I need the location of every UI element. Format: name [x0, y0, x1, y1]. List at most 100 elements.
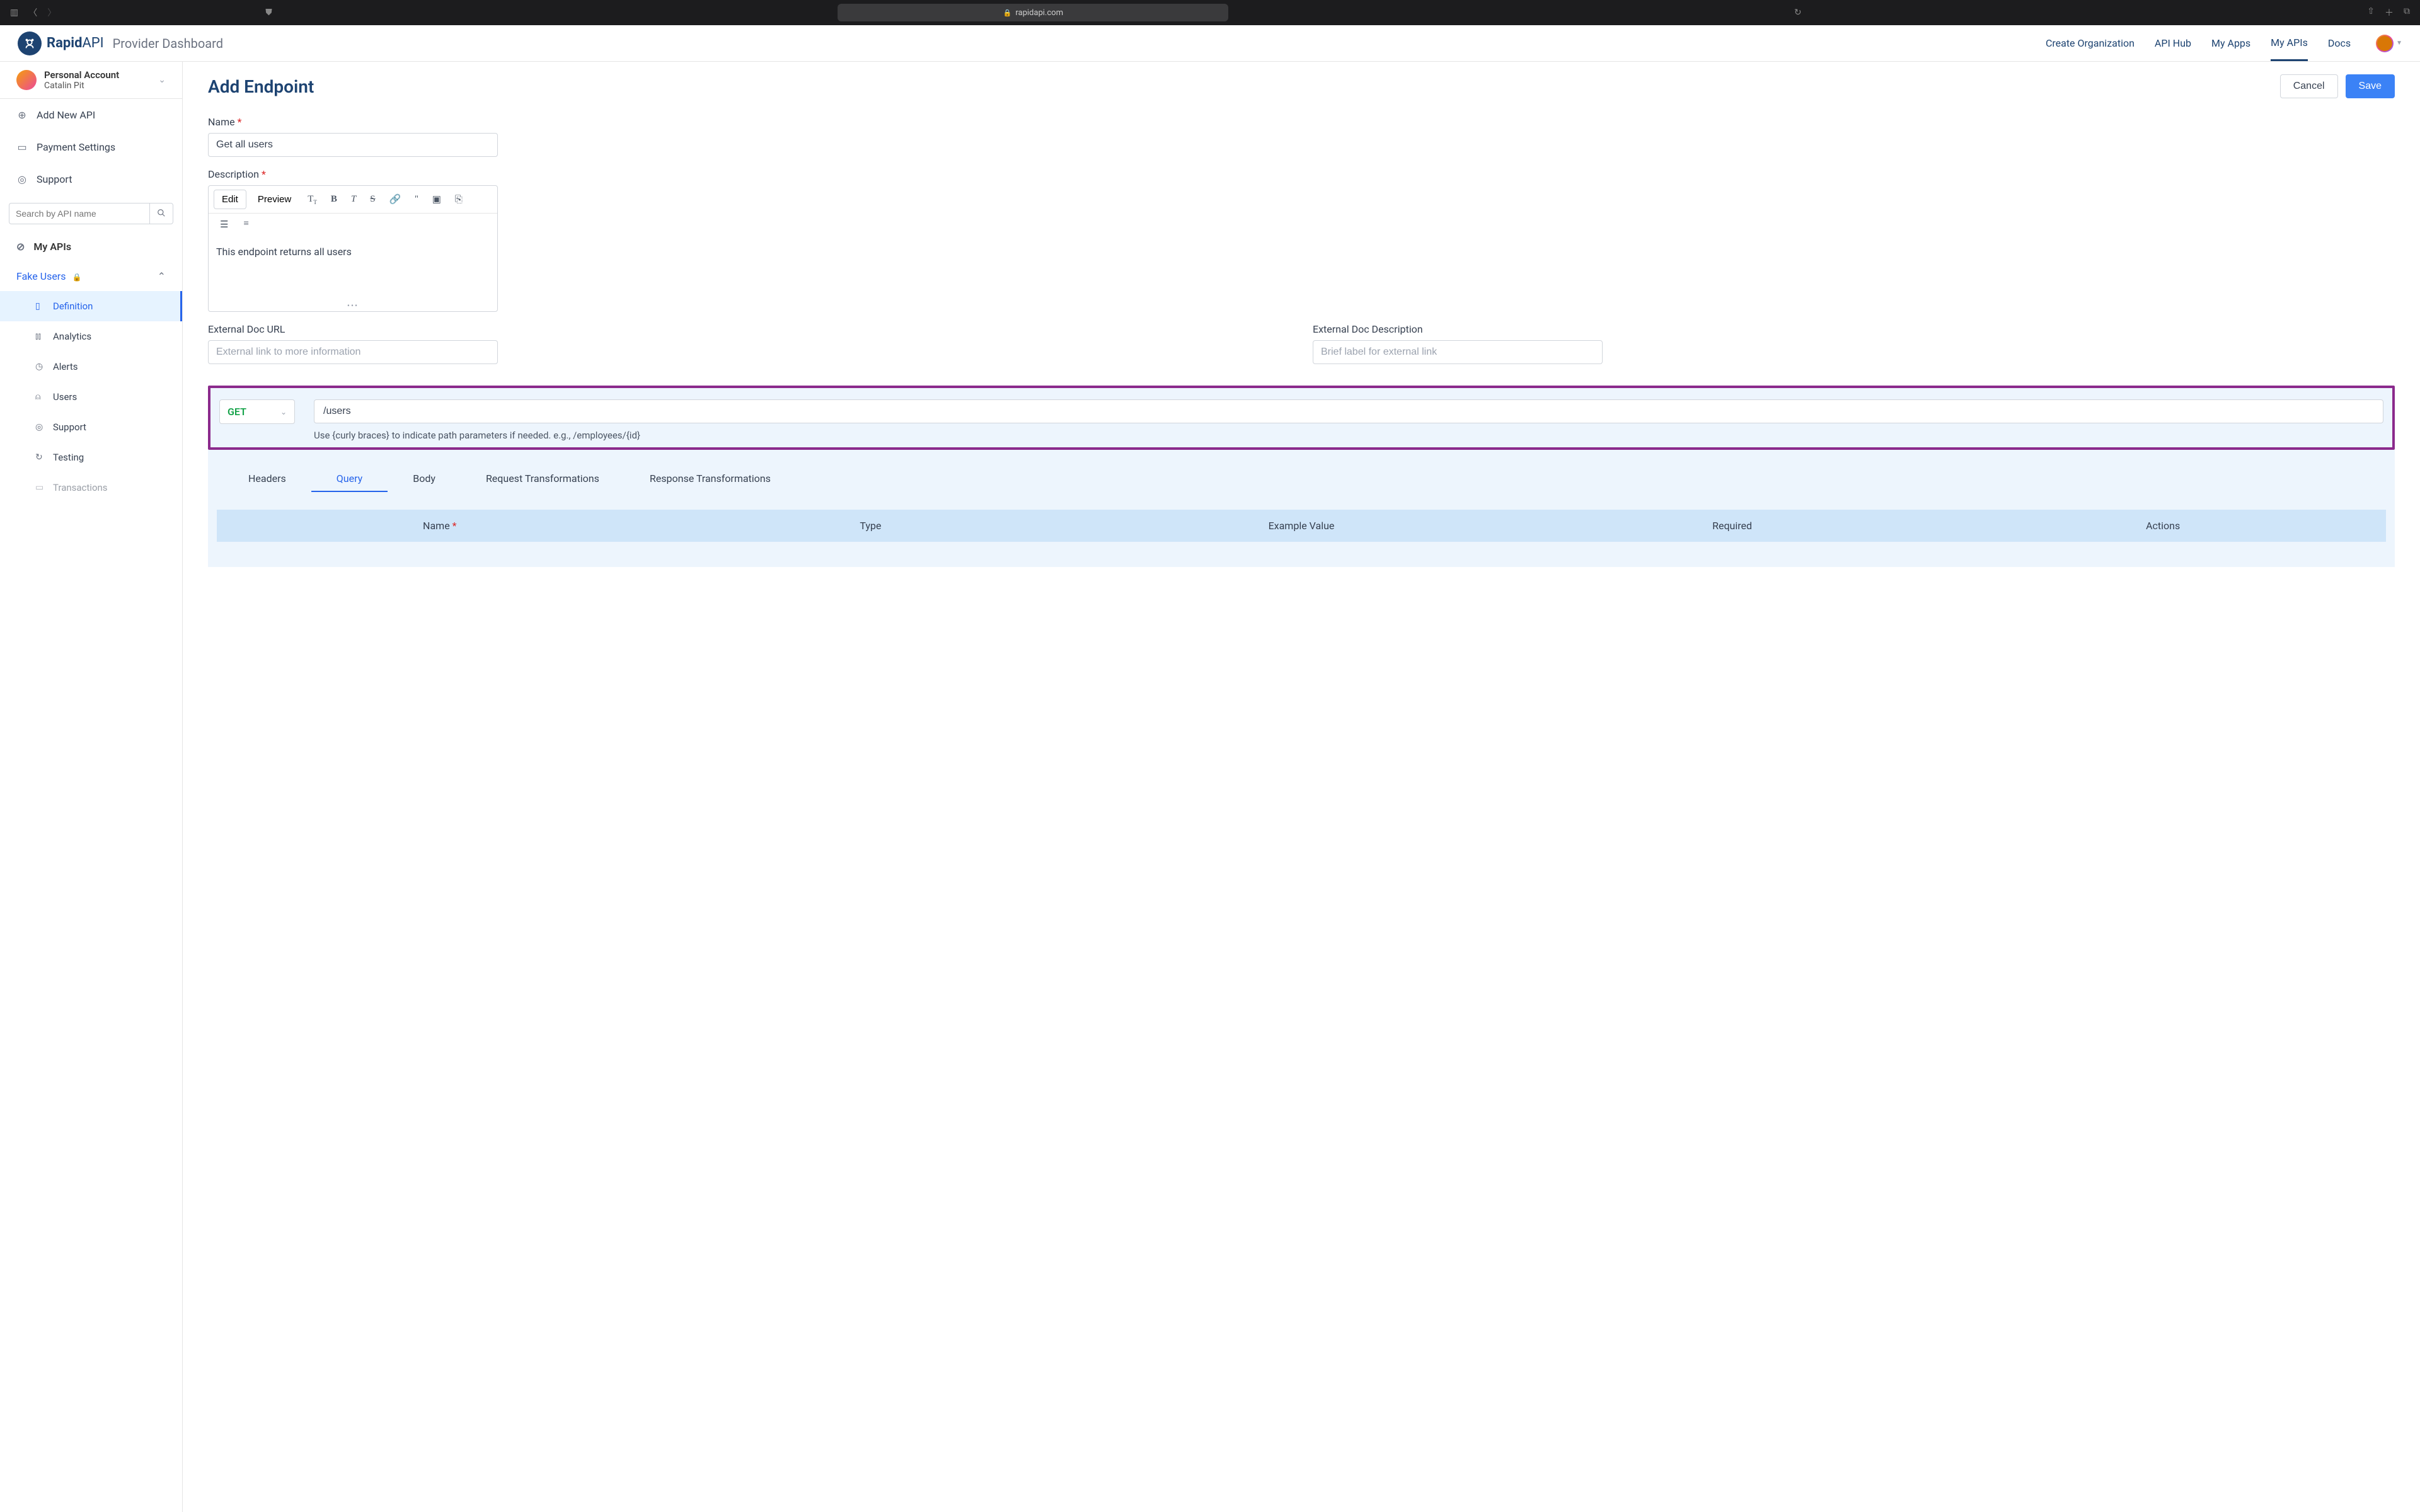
- path-input[interactable]: [314, 399, 2383, 423]
- lock-icon: 🔒: [1003, 9, 1012, 17]
- method-select[interactable]: GET ⌄: [219, 399, 295, 424]
- box-icon: ▭: [35, 483, 45, 493]
- nav-create-org[interactable]: Create Organization: [2046, 37, 2135, 60]
- address-bar[interactable]: 🔒 rapidapi.com: [838, 4, 1228, 21]
- sidebar-sub-alerts[interactable]: ◷ Alerts: [0, 352, 182, 382]
- url-text: rapidapi.com: [1015, 8, 1063, 18]
- new-tab-icon[interactable]: ＋: [2385, 6, 2394, 19]
- nav-my-apps[interactable]: My Apps: [2211, 37, 2250, 60]
- chevron-up-icon: ⌃: [158, 270, 166, 282]
- chart-icon: ⫾⫾: [35, 331, 45, 341]
- bold-icon[interactable]: B: [326, 192, 342, 207]
- search-input[interactable]: [9, 203, 149, 224]
- col-type: Type: [655, 520, 1086, 532]
- quote-icon[interactable]: '': [410, 192, 423, 207]
- logo-icon: [18, 32, 42, 55]
- ext-url-label: External Doc URL: [208, 323, 1290, 335]
- col-required: Required: [1517, 520, 1948, 532]
- file-icon: ▯: [35, 301, 45, 311]
- chevron-down-icon: ⌄: [158, 75, 166, 85]
- shield-icon[interactable]: ⛊: [265, 8, 272, 18]
- ordered-list-icon[interactable]: ≡: [238, 216, 253, 233]
- save-button[interactable]: Save: [2346, 74, 2395, 98]
- card-icon: ▭: [16, 141, 28, 153]
- avatar: [2376, 35, 2394, 52]
- ext-desc-label: External Doc Description: [1313, 323, 2395, 335]
- heading-icon[interactable]: TT: [302, 192, 322, 208]
- user-icon: ⍝: [35, 392, 45, 402]
- path-hint: Use {curly braces} to indicate path para…: [314, 430, 2383, 441]
- account-selector[interactable]: Personal Account Catalin Pit ⌄: [0, 62, 182, 99]
- ext-desc-input[interactable]: [1313, 340, 1603, 364]
- ext-url-input[interactable]: [208, 340, 498, 364]
- editor-body[interactable]: This endpoint returns all users: [209, 238, 497, 301]
- sidebar-search: [0, 195, 182, 232]
- image-icon[interactable]: ▣: [427, 191, 446, 208]
- header-subtitle: Provider Dashboard: [113, 36, 223, 51]
- logo[interactable]: RapidAPI: [18, 32, 104, 55]
- tabs-icon[interactable]: ⧉: [2404, 6, 2410, 19]
- main-content: Add Endpoint Cancel Save Name * Descript…: [183, 62, 2420, 1512]
- editor-preview-tab[interactable]: Preview: [250, 190, 299, 209]
- col-example: Example Value: [1086, 520, 1517, 532]
- italic-icon[interactable]: T: [346, 192, 361, 207]
- header-nav: Create Organization API Hub My Apps My A…: [2046, 35, 2402, 52]
- cancel-button[interactable]: Cancel: [2280, 74, 2338, 98]
- sidebar-sub-transactions[interactable]: ▭ Transactions: [0, 472, 182, 503]
- browser-chrome: ▥ 〈 〉 ⛊ 🔒 rapidapi.com ↻ ⇧ ＋ ⧉: [0, 0, 2420, 25]
- strike-icon[interactable]: S: [365, 192, 380, 207]
- back-icon[interactable]: 〈: [28, 6, 37, 19]
- editor-edit-tab[interactable]: Edit: [214, 190, 246, 209]
- sidebar-sub-analytics[interactable]: ⫾⫾ Analytics: [0, 321, 182, 352]
- refresh-icon: ↻: [35, 452, 45, 462]
- share-icon[interactable]: ⇧: [2367, 6, 2375, 19]
- params-table-header: Name * Type Example Value Required Actio…: [217, 510, 2386, 542]
- tab-query[interactable]: Query: [311, 466, 388, 492]
- lock-icon: 🔒: [72, 273, 81, 282]
- brand-text: RapidAPI: [47, 35, 104, 51]
- link-icon[interactable]: 🔗: [384, 191, 406, 208]
- editor-resize-handle[interactable]: •••: [209, 301, 497, 311]
- name-label: Name *: [208, 116, 2395, 128]
- compass-icon: ◎: [16, 173, 28, 185]
- forward-icon[interactable]: 〉: [47, 6, 56, 19]
- search-button[interactable]: [149, 203, 173, 224]
- app-header: RapidAPI Provider Dashboard Create Organ…: [0, 25, 2420, 62]
- sidebar-toggle-icon[interactable]: ▥: [10, 8, 18, 18]
- page-title: Add Endpoint: [208, 76, 314, 97]
- account-avatar: [16, 70, 37, 90]
- sidebar-add-api[interactable]: ⊕ Add New API: [0, 99, 182, 131]
- sidebar-sub-support[interactable]: ◎ Support: [0, 412, 182, 442]
- nav-docs[interactable]: Docs: [2328, 37, 2351, 60]
- tab-body[interactable]: Body: [388, 466, 461, 492]
- tab-request-transformations[interactable]: Request Transformations: [461, 466, 625, 492]
- check-circle-icon: ⊘: [16, 241, 25, 253]
- method-path-highlight: GET ⌄ Use {curly braces} to indicate pat…: [208, 386, 2395, 450]
- nav-my-apis[interactable]: My APIs: [2271, 37, 2308, 61]
- plus-circle-icon: ⊕: [16, 109, 28, 121]
- description-label: Description *: [208, 168, 2395, 180]
- name-input[interactable]: [208, 133, 498, 157]
- sidebar-sub-definition[interactable]: ▯ Definition: [0, 291, 182, 321]
- compass-icon: ◎: [35, 422, 45, 432]
- params-section: Headers Query Body Request Transformatio…: [208, 450, 2395, 567]
- sidebar-sub-users[interactable]: ⍝ Users: [0, 382, 182, 412]
- nav-api-hub[interactable]: API Hub: [2155, 37, 2191, 60]
- col-actions: Actions: [1947, 520, 2378, 532]
- sidebar: Personal Account Catalin Pit ⌄ ⊕ Add New…: [0, 62, 183, 1512]
- sidebar-my-apis-header: ⊘ My APIs: [0, 232, 182, 261]
- sidebar-sub-testing[interactable]: ↻ Testing: [0, 442, 182, 472]
- account-title: Personal Account: [44, 69, 119, 81]
- clock-icon: ◷: [35, 362, 45, 372]
- sidebar-payment[interactable]: ▭ Payment Settings: [0, 131, 182, 163]
- sidebar-api-fake-users[interactable]: Fake Users 🔒 ⌃: [0, 261, 182, 291]
- sidebar-support[interactable]: ◎ Support: [0, 163, 182, 195]
- col-name: Name *: [224, 520, 655, 532]
- user-menu[interactable]: ▼: [2376, 35, 2402, 52]
- tab-response-transformations[interactable]: Response Transformations: [625, 466, 796, 492]
- chevron-down-icon: ▼: [2396, 40, 2402, 47]
- reload-icon[interactable]: ↻: [1794, 8, 1802, 18]
- code-icon[interactable]: ⎘: [450, 192, 468, 208]
- bullet-list-icon[interactable]: ☰: [215, 216, 233, 233]
- tab-headers[interactable]: Headers: [223, 466, 311, 492]
